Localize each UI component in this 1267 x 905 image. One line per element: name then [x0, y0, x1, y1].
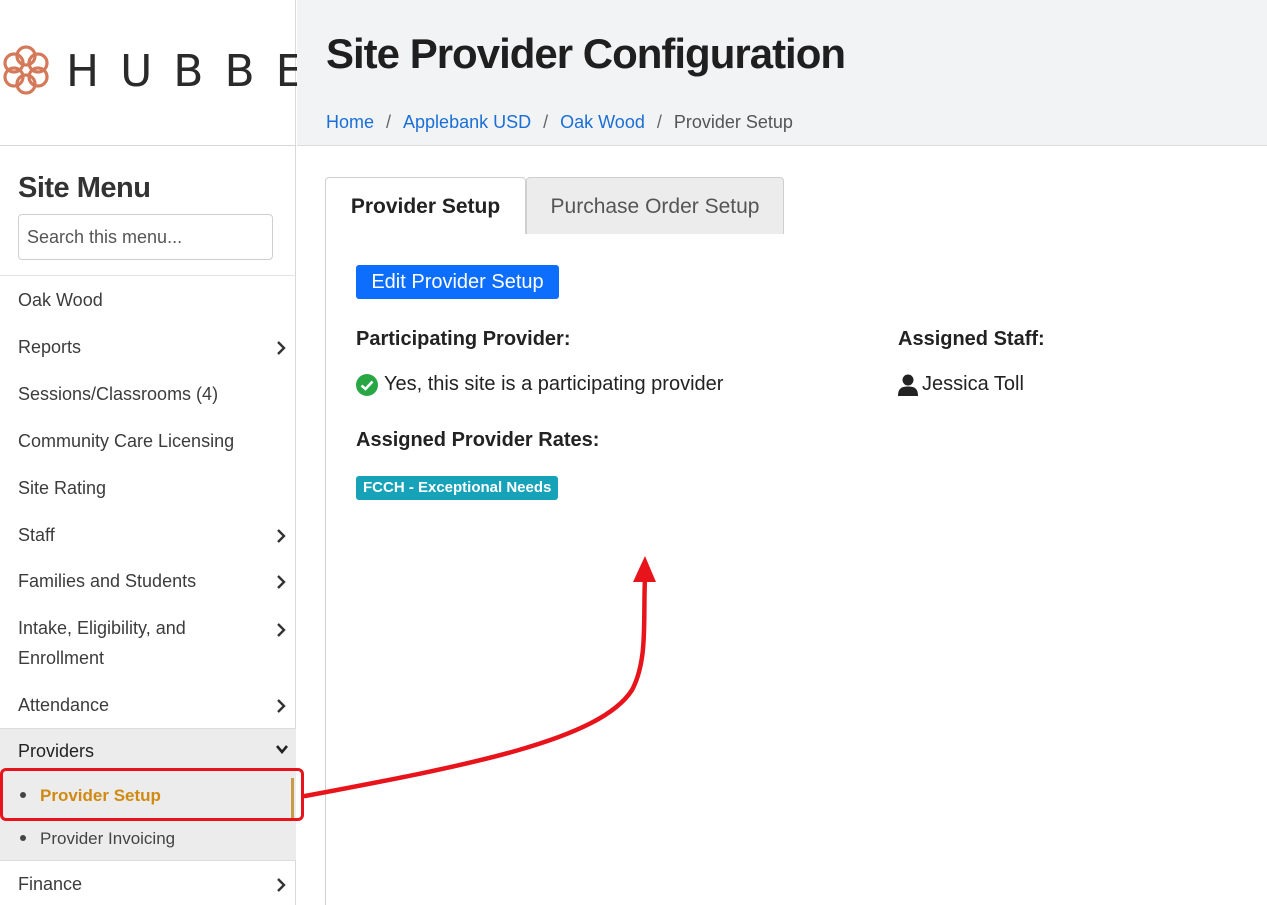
sidebar-subitem-label: Provider Setup — [40, 786, 161, 805]
page-title: Site Provider Configuration — [326, 30, 846, 77]
sidebar-item-label: Finance — [18, 874, 83, 894]
sidebar-item-label: Attendance — [18, 695, 110, 715]
sidebar-item-oak-wood[interactable]: Oak Wood — [0, 277, 296, 324]
sidebar-item-sessions[interactable]: Sessions/Classrooms (4) — [0, 371, 296, 418]
sidebar-item-site-rating[interactable]: Site Rating — [0, 465, 296, 512]
sidebar-item-providers[interactable]: Providers — [18, 741, 94, 762]
flower-logo-icon — [3, 45, 49, 95]
tab-provider-setup[interactable]: Provider Setup — [325, 177, 526, 235]
sidebar-item-finance[interactable]: Finance — [0, 861, 296, 905]
menu-search-input[interactable] — [18, 214, 273, 260]
breadcrumb-applebank[interactable]: Applebank USD — [403, 112, 531, 132]
sidebar-group-providers: Providers Provider Setup Provider Invoic… — [0, 728, 296, 861]
active-indicator — [291, 778, 294, 818]
sidebar-item-staff[interactable]: Staff — [0, 512, 296, 559]
sidebar-item-families[interactable]: Families and Students — [0, 558, 296, 605]
breadcrumb-separator: / — [543, 112, 549, 132]
sidebar-item-label: Oak Wood — [18, 290, 103, 310]
sidebar-subitem-provider-setup[interactable]: Provider Setup — [0, 776, 296, 818]
sidebar: HUBBE Site Menu Oak Wood Reports Session… — [0, 0, 303, 905]
sidebar-subitem-label: Provider Invoicing — [40, 829, 176, 848]
bullet — [20, 835, 26, 841]
sidebar-item-licensing[interactable]: Community Care Licensing — [0, 418, 296, 465]
sidebar-item-label: Community Care Licensing — [18, 431, 235, 451]
sidebar-item-label: Site Rating — [18, 478, 107, 498]
bullet — [20, 792, 26, 798]
chevron-right-icon — [276, 606, 286, 658]
site-menu-title: Site Menu — [18, 172, 151, 204]
logo-area: HUBBE — [0, 0, 303, 146]
menu-divider — [0, 275, 296, 276]
edit-provider-setup-button[interactable]: Edit Provider Setup — [356, 265, 559, 299]
chevron-right-icon — [276, 861, 286, 905]
sidebar-item-intake[interactable]: Intake, Eligibility, and Enrollment — [0, 613, 230, 683]
assigned-provider-rates-label: Assigned Provider Rates: — [356, 429, 600, 451]
logo-wordmark[interactable]: HUBBE — [66, 46, 324, 97]
user-icon — [898, 374, 918, 396]
sidebar-item-reports[interactable]: Reports — [0, 324, 296, 371]
assigned-staff-label: Assigned Staff: — [898, 328, 1045, 350]
chevron-down-icon[interactable] — [276, 743, 288, 755]
breadcrumb-current: Provider Setup — [673, 112, 793, 132]
breadcrumb-separator: / — [386, 112, 392, 132]
assigned-staff-value: Jessica Toll — [922, 373, 1024, 395]
sidebar-item-label: Reports — [18, 337, 82, 357]
check-circle-icon — [356, 374, 378, 396]
sidebar-item-label: Staff — [18, 525, 55, 545]
participating-provider-value: Yes, this site is a participating provid… — [384, 373, 724, 395]
sidebar-item-label: Sessions/Classrooms (4) — [18, 384, 219, 404]
tab-bar: Provider Setup Purchase Order Setup — [325, 177, 1267, 235]
page-header: Site Provider Configuration Home / Appleba… — [297, 0, 1267, 146]
tab-purchase-order-setup[interactable]: Purchase Order Setup — [526, 177, 784, 235]
breadcrumb: Home / Applebank USD / Oak Wood / Provider Set… — [326, 112, 793, 133]
sidebar-item-label: Families and Students — [18, 571, 197, 591]
participating-provider-label: Participating Provider: — [356, 328, 571, 350]
sidebar-item-label: Intake, Eligibility, and Enrollment — [18, 618, 186, 668]
sidebar-subitem-provider-invoicing[interactable]: Provider Invoicing — [0, 819, 296, 859]
breadcrumb-home[interactable]: Home — [326, 112, 374, 132]
rate-badge: FCCH - Exceptional Needs — [356, 476, 559, 500]
breadcrumb-separator: / — [656, 112, 662, 132]
sidebar-item-attendance[interactable]: Attendance — [0, 682, 296, 729]
breadcrumb-oak-wood[interactable]: Oak Wood — [560, 112, 645, 132]
